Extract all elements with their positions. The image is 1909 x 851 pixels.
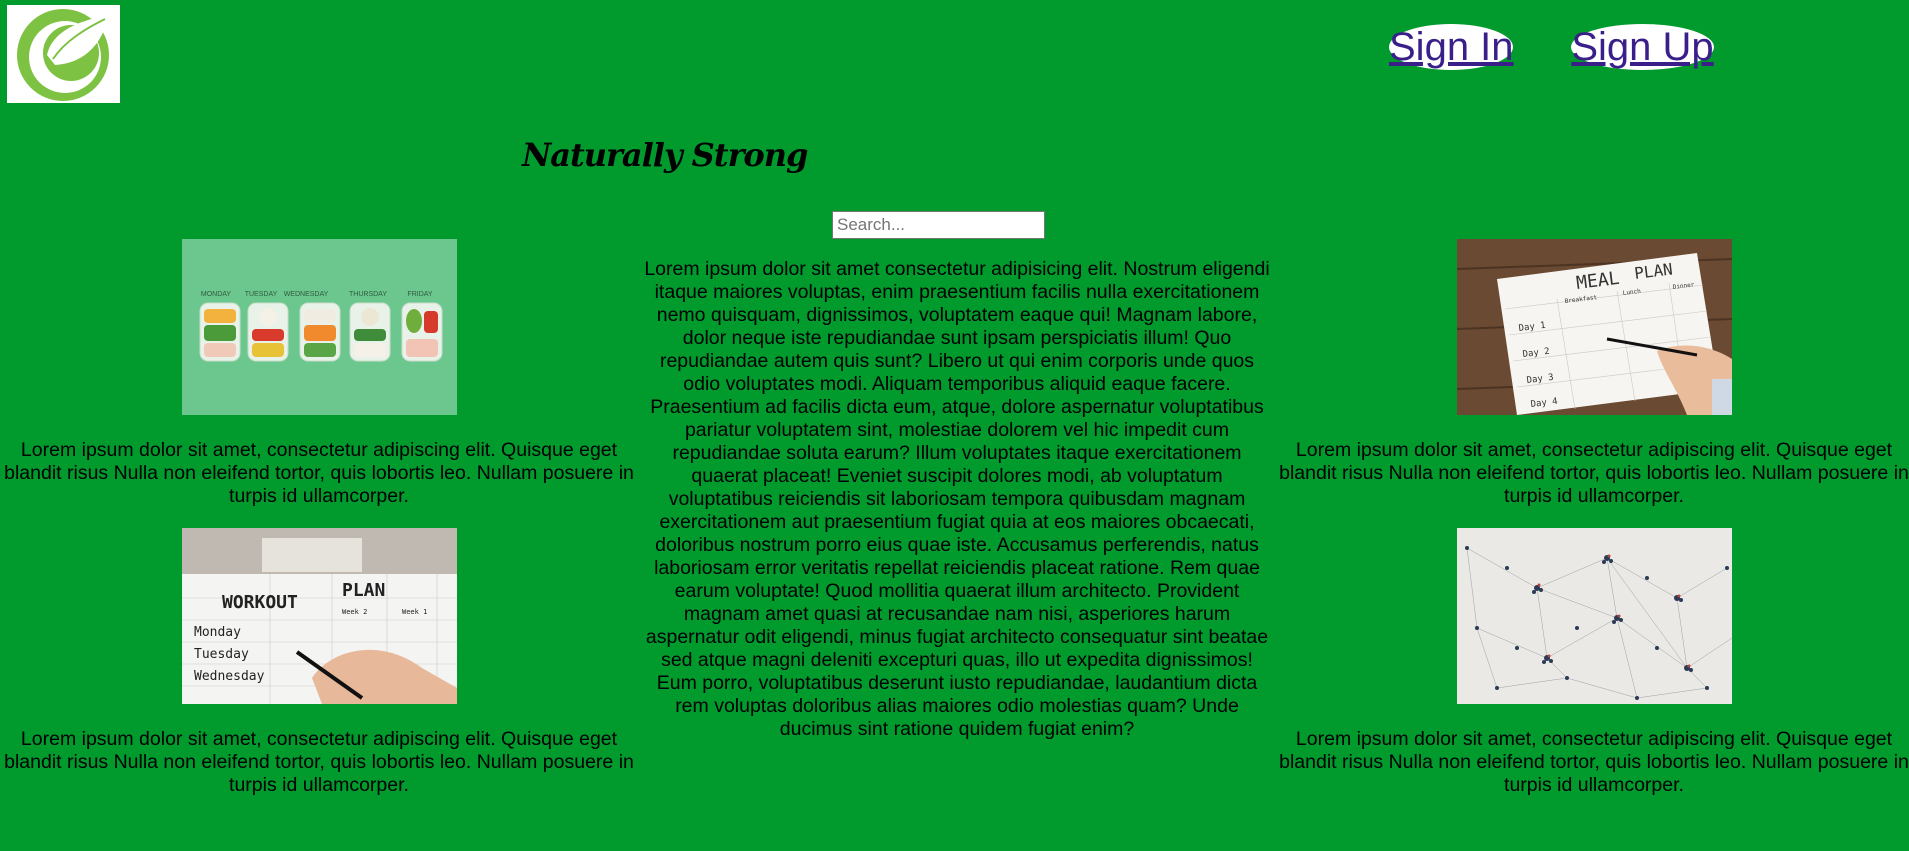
meal-plan-notebook-image: MEAL PLAN Breakfast Lunch Dinner Day 1 D… (1457, 239, 1732, 415)
leaf-logo-icon (7, 5, 120, 103)
sign-in-link[interactable]: Sign In (1389, 24, 1514, 70)
card-text: Lorem ipsum dolor sit amet, consectetur … (4, 439, 634, 507)
crowd-network-image (1457, 528, 1732, 704)
day-label: FRIDAY (407, 291, 432, 298)
meal-prep-containers-image: MONDAY TUESDAY WEDNESDAY THURSDAY FRIDAY (182, 239, 457, 415)
day-label: MONDAY (201, 291, 232, 298)
day-label: Monday (194, 625, 241, 640)
brand-title: Naturally Strong (522, 136, 808, 174)
card-text: Lorem ipsum dolor sit amet, consectetur … (1279, 728, 1909, 796)
week-label: Week 1 (402, 608, 427, 616)
day-label: TUESDAY (245, 291, 278, 298)
day-label: THURSDAY (349, 291, 387, 298)
sign-up-link[interactable]: Sign Up (1571, 24, 1714, 70)
search-input[interactable] (832, 211, 1045, 239)
notebook-subtitle: PLAN (342, 580, 385, 601)
notebook-title: WORKOUT (222, 592, 298, 613)
week-label: Week 2 (342, 608, 367, 616)
day-label: WEDNESDAY (284, 291, 329, 298)
main-paragraph: Lorem ipsum dolor sit amet consectetur a… (644, 258, 1270, 740)
card-text: Lorem ipsum dolor sit amet, consectetur … (4, 728, 634, 796)
card-text: Lorem ipsum dolor sit amet, consectetur … (1279, 439, 1909, 507)
workout-plan-notebook-image: WORKOUT PLAN Week 2 Week 1 Monday Tuesda… (182, 528, 457, 704)
logo[interactable] (7, 5, 120, 103)
day-label: Tuesday (194, 647, 249, 662)
day-label: Wednesday (194, 669, 265, 684)
